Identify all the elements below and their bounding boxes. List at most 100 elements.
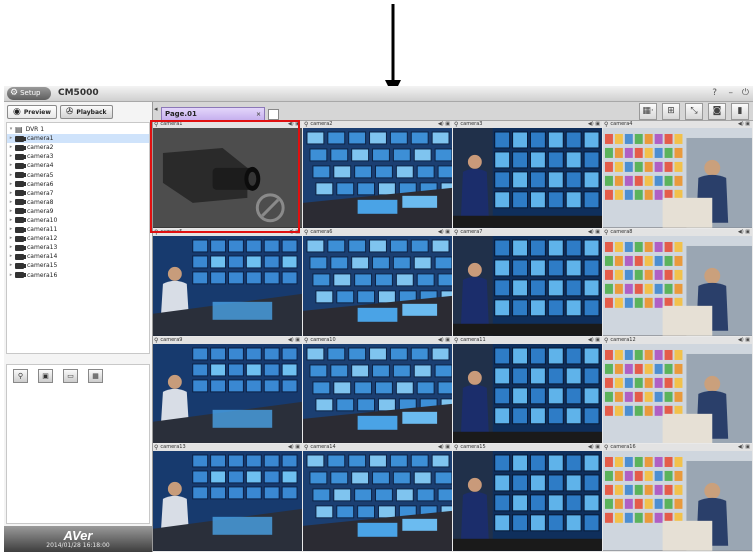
camera-feed-image[interactable] [453, 235, 602, 336]
audio-record-icons[interactable]: ◀) ▣ [738, 337, 750, 344]
tree-camera-item[interactable]: ▸ camera5 [7, 170, 149, 179]
expand-icon[interactable]: ▸ [7, 207, 15, 216]
audio-record-icons[interactable]: ◀) ▣ [588, 444, 600, 451]
camera-tile[interactable]: ⚲ camera2 ◀) ▣ [303, 121, 452, 228]
camera-tile[interactable]: ⚲ camera9 ◀) ▣ [153, 336, 302, 444]
expand-icon[interactable]: ▸ [7, 171, 15, 180]
camera-feed-image[interactable] [303, 451, 452, 551]
camera-tile[interactable]: ⚲ camera11 ◀) ▣ [453, 336, 602, 444]
audio-record-icons[interactable]: ◀) ▣ [438, 121, 450, 128]
camera-tile[interactable]: ⚲ camera15 ◀) ▣ [453, 444, 602, 551]
tree-camera-item[interactable]: ▸ camera2 [7, 143, 149, 152]
expand-icon[interactable]: ▸ [7, 261, 15, 270]
tree-camera-item[interactable]: ▸ camera11 [7, 225, 149, 234]
expand-icon[interactable]: ▸ [7, 271, 15, 280]
tree-camera-item[interactable]: ▸ camera10 [7, 216, 149, 225]
audio-record-icons[interactable]: ◀) ▣ [438, 229, 450, 236]
camera-feed-image[interactable] [603, 235, 752, 336]
tree-camera-item[interactable]: ▸ camera14 [7, 252, 149, 261]
camera-feed-image[interactable] [303, 343, 452, 444]
page-prev-icon[interactable]: ◂ [154, 105, 158, 113]
camera-tile[interactable]: ⚲ camera1 ◀) ▣ [153, 121, 302, 228]
audio-record-icons[interactable]: ◀) ▣ [588, 229, 600, 236]
audio-record-icons[interactable]: ◀) ▣ [738, 444, 750, 451]
camera-tile[interactable]: ⚲ camera8 ◀) ▣ [603, 228, 752, 336]
tree-camera-item[interactable]: ▸ camera13 [7, 243, 149, 252]
camera-tile[interactable]: ⚲ camera10 ◀) ▣ [303, 336, 452, 444]
camera-tile[interactable]: ⚲ camera16 ◀) ▣ [603, 444, 752, 551]
camera-tile[interactable]: ⚲ camera7 ◀) ▣ [453, 228, 602, 336]
audio-record-icons[interactable]: ◀) ▣ [288, 444, 300, 451]
tree-camera-item[interactable]: ▸ camera1 [7, 134, 149, 144]
audio-record-icons[interactable]: ◀) ▣ [738, 121, 750, 128]
collapse-icon[interactable]: ▾ [7, 125, 15, 134]
image-icon[interactable]: ▣ [38, 369, 53, 383]
expand-icon[interactable]: ▸ [7, 225, 15, 234]
camera-feed-image[interactable] [603, 343, 752, 444]
audio-record-icons[interactable]: ◀) ▣ [588, 121, 600, 128]
expand-icon[interactable]: ▸ [7, 180, 15, 189]
camera-feed-image[interactable] [603, 451, 752, 551]
snapshot-icon[interactable]: ◙ [708, 103, 726, 120]
tree-dvr-node[interactable]: ▾ ▤ DVR 1 [7, 125, 149, 134]
audio-record-icons[interactable]: ◀) ▣ [438, 337, 450, 344]
audio-record-icons[interactable]: ◀) ▣ [288, 121, 300, 128]
audio-record-icons[interactable]: ◀) ▣ [288, 337, 300, 344]
grid-layout-icon[interactable]: ⊞ [662, 103, 680, 120]
camera-feed-image[interactable] [453, 451, 602, 551]
tree-camera-item[interactable]: ▸ camera7 [7, 189, 149, 198]
tree-camera-item[interactable]: ▸ camera8 [7, 198, 149, 207]
camera-tile[interactable]: ⚲ camera4 ◀) ▣ [603, 121, 752, 228]
minimize-button[interactable]: – [729, 87, 734, 100]
fullscreen-icon[interactable]: ⤡ [685, 103, 703, 120]
audio-record-icons[interactable]: ◀) ▣ [438, 444, 450, 451]
camera-feed-image[interactable] [603, 128, 752, 228]
camera-tile[interactable]: ⚲ camera5 ◀) ▣ [153, 228, 302, 336]
help-icon[interactable]: ? [712, 87, 717, 100]
expand-icon[interactable]: ▸ [7, 134, 15, 143]
tree-camera-item[interactable]: ▸ camera12 [7, 234, 149, 243]
expand-icon[interactable]: ▸ [7, 143, 15, 152]
expand-icon[interactable]: ▸ [7, 234, 15, 243]
audio-record-icons[interactable]: ◀) ▣ [288, 229, 300, 236]
tree-camera-item[interactable]: ▸ camera16 [7, 271, 149, 280]
camera-feed-image[interactable] [153, 235, 302, 336]
expand-icon[interactable]: ▸ [7, 152, 15, 161]
camera-feed-image[interactable] [153, 343, 302, 444]
camera-tile[interactable]: ⚲ camera13 ◀) ▣ [153, 444, 302, 551]
close-icon[interactable]: × [256, 108, 261, 121]
camera-feed-image[interactable] [453, 343, 602, 444]
power-icon[interactable]: ⏻ [742, 87, 749, 100]
monitor-group-icon[interactable]: ▦ [88, 369, 103, 383]
camera-feed-image[interactable] [303, 128, 452, 228]
tree-camera-item[interactable]: ▸ camera6 [7, 180, 149, 189]
expand-icon[interactable]: ▸ [7, 252, 15, 261]
camera-tile[interactable]: ⚲ camera14 ◀) ▣ [303, 444, 452, 551]
tree-camera-item[interactable]: ▸ camera15 [7, 261, 149, 270]
tree-camera-item[interactable]: ▸ camera9 [7, 207, 149, 216]
tree-camera-item[interactable]: ▸ camera4 [7, 161, 149, 170]
expand-icon[interactable]: ▸ [7, 189, 15, 198]
audio-record-icons[interactable]: ◀) ▣ [738, 229, 750, 236]
camera-feed-image[interactable] [303, 235, 452, 336]
camera-feed-image[interactable] [153, 128, 302, 228]
tree-camera-item[interactable]: ▸ camera3 [7, 152, 149, 161]
tab-preview[interactable]: ◉ Preview [7, 105, 57, 119]
trash-icon[interactable]: ▮ [731, 103, 749, 120]
camera-feed-image[interactable] [153, 451, 302, 551]
tab-playback[interactable]: ✇ Playback [59, 105, 113, 119]
person-icon[interactable]: ⚲ [13, 369, 28, 383]
camera-tile[interactable]: ⚲ camera12 ◀) ▣ [603, 336, 752, 444]
camera-feed-image[interactable] [453, 128, 602, 228]
expand-icon[interactable]: ▸ [7, 161, 15, 170]
camera-tile[interactable]: ⚲ camera3 ◀) ▣ [453, 121, 602, 228]
camera-tile[interactable]: ⚲ camera6 ◀) ▣ [303, 228, 452, 336]
layout-split-icon[interactable]: ▦· [639, 103, 657, 120]
add-page-button[interactable] [268, 109, 279, 120]
page-tab[interactable]: Page.01 × [161, 107, 265, 120]
expand-icon[interactable]: ▸ [7, 198, 15, 207]
expand-icon[interactable]: ▸ [7, 216, 15, 225]
setup-button[interactable]: ⚙ Setup [7, 87, 51, 100]
audio-record-icons[interactable]: ◀) ▣ [588, 337, 600, 344]
expand-icon[interactable]: ▸ [7, 243, 15, 252]
